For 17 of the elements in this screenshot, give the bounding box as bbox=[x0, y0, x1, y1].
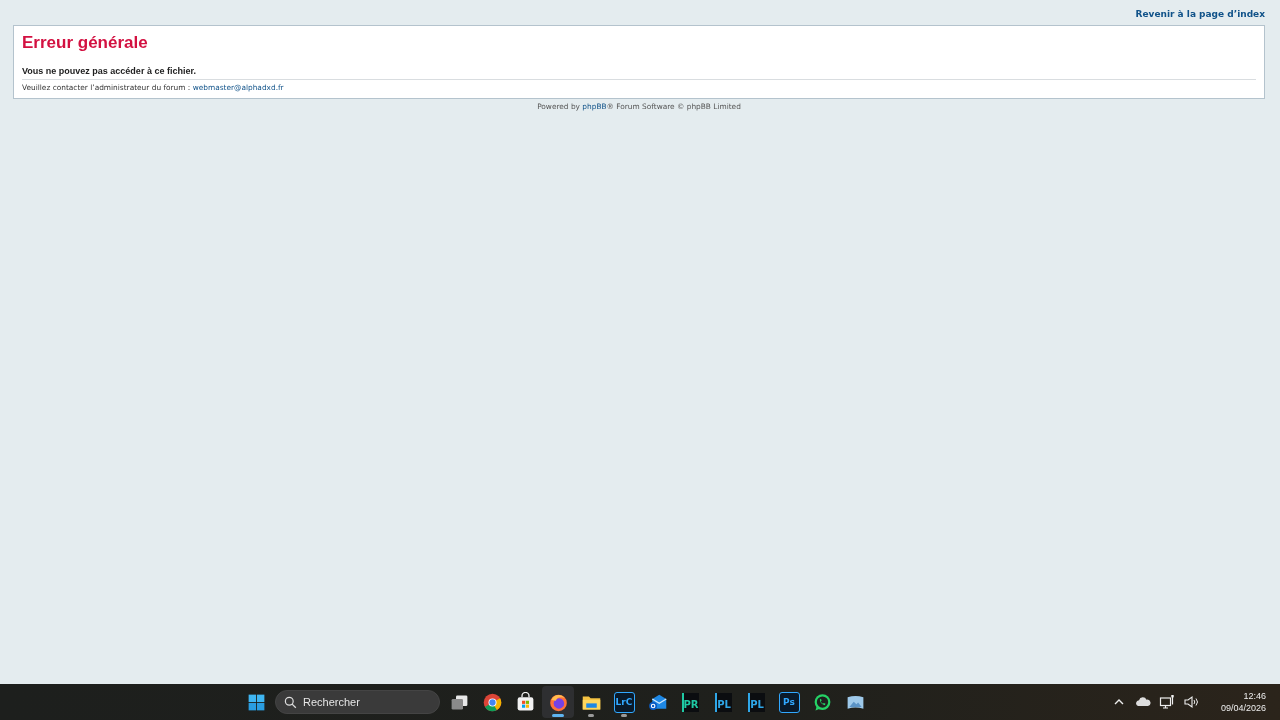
browser-icon bbox=[481, 691, 503, 713]
taskbar-button[interactable]: PL bbox=[707, 686, 739, 718]
search-field[interactable]: Rechercher bbox=[275, 690, 440, 714]
network-icon[interactable] bbox=[1158, 694, 1175, 710]
error-title: Erreur générale bbox=[22, 33, 149, 53]
taskbar-button[interactable]: PL bbox=[740, 686, 772, 718]
app-tile: PL bbox=[747, 692, 765, 712]
taskbar-button[interactable] bbox=[542, 686, 574, 718]
search-icon bbox=[284, 696, 297, 709]
speaker-icon[interactable] bbox=[1182, 694, 1199, 710]
app-tile: PL bbox=[714, 692, 732, 712]
clock-date: 09/04/2026 bbox=[1220, 702, 1266, 714]
index-link[interactable]: Revenir à la page d’index bbox=[1135, 9, 1265, 25]
error-message: Vous ne pouvez pas accéder à ce fichier. bbox=[22, 66, 197, 76]
app-tile: PR bbox=[681, 692, 699, 712]
clock-time: 12:46 bbox=[1243, 690, 1266, 702]
taskbar-button[interactable]: PR bbox=[674, 686, 706, 718]
